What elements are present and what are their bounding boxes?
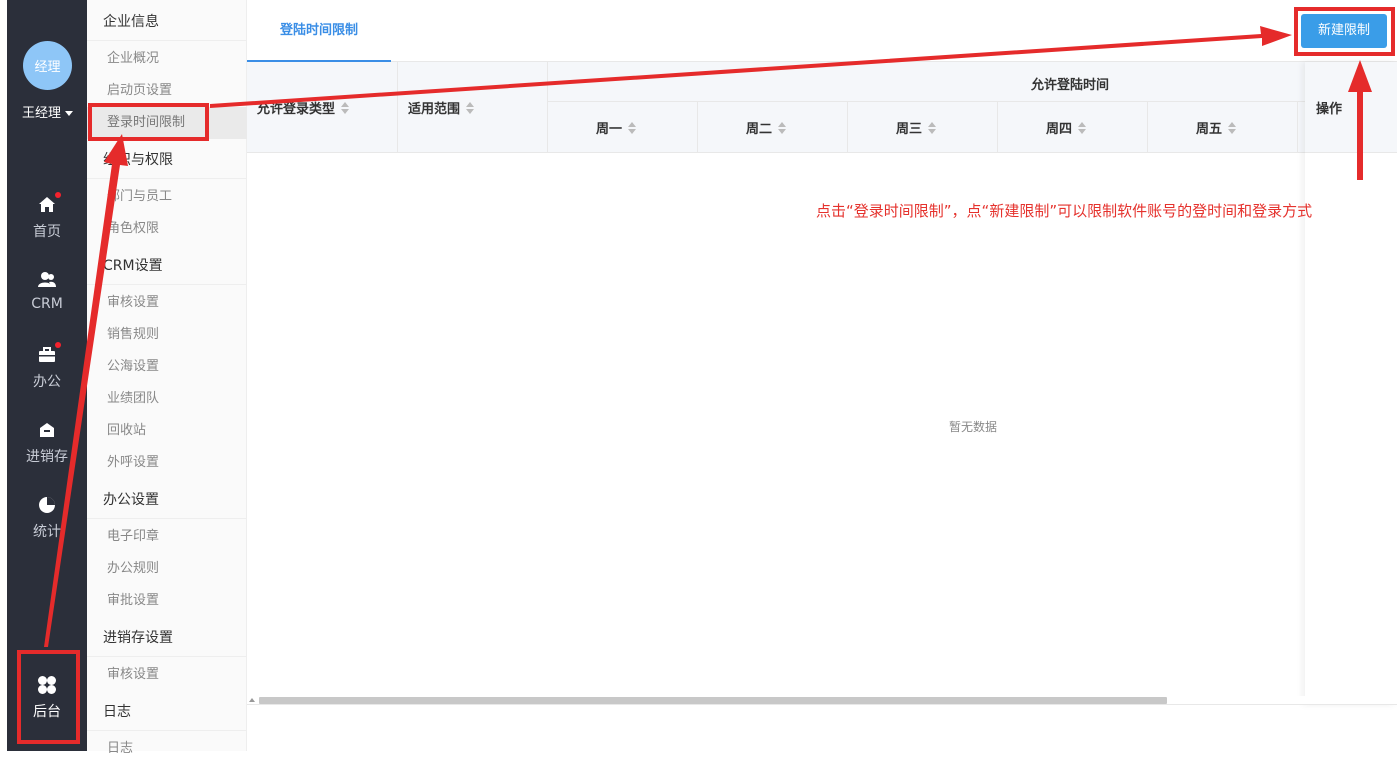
column-header-allowed-time: 允许登陆时间 [1031,74,1109,93]
highlight-box-new-button [1294,7,1395,56]
submenu-item-inventory-review[interactable]: 审核设置 [87,659,247,691]
user-menu[interactable]: 王经理 [0,102,95,121]
sort-icon[interactable] [628,121,637,134]
submenu-item-office-rules[interactable]: 办公规则 [87,553,247,585]
column-header-fri[interactable]: 周五 [1196,118,1237,137]
submenu-group-title: 日志 [87,693,247,731]
submenu-item-review-settings[interactable]: 审核设置 [87,287,247,319]
sort-icon[interactable] [778,121,787,134]
column-header-ops: 操作 [1316,102,1343,117]
highlight-box-login-limit [88,103,209,141]
nav-item-office[interactable]: 办公 [7,342,87,391]
sort-icon[interactable] [466,101,475,114]
nav-label: 统计 [33,524,61,540]
submenu-item-public-pool[interactable]: 公海设置 [87,351,247,383]
main-nav-rail: 经理 王经理 首页 CRM 办公 进销存 统计 后台 [0,0,87,751]
notification-dot [55,192,61,198]
nav-item-home[interactable]: 首页 [7,192,87,241]
column-label: 允许登陆时间 [1031,78,1110,93]
avatar[interactable]: 经理 [23,41,72,90]
sort-icon[interactable] [1078,121,1087,134]
column-label: 周五 [1196,122,1223,137]
tab-login-time-limit[interactable]: 登陆时间限制 [247,0,391,62]
scroll-left-arrow-icon[interactable] [249,698,255,702]
highlight-box-admin [17,650,80,744]
empty-state-text: 暂无数据 [949,420,998,434]
submenu-item-performance-team[interactable]: 业绩团队 [87,383,247,415]
submenu-item-approval-settings[interactable]: 审批设置 [87,585,247,617]
nav-label: 进销存 [26,449,68,465]
submenu-item-sales-rules[interactable]: 销售规则 [87,319,247,351]
submenu-item-outbound-call[interactable]: 外呼设置 [87,447,247,479]
column-label: 周三 [896,122,923,137]
submenu-group-title: 企业信息 [87,3,247,41]
nav-label: CRM [31,296,63,312]
column-header-scope[interactable]: 适用范围 [408,98,475,117]
store-icon [37,420,57,440]
table-header: 允许登录类型 适用范围 允许登陆时间 周一 周二 周三 周四 周五 [247,62,1397,153]
pie-chart-icon [37,495,57,515]
submenu-group-title: CRM设置 [87,247,247,285]
column-label: 周二 [746,122,773,137]
submenu-item-departments[interactable]: 部门与员工 [87,181,247,213]
nav-item-crm[interactable]: CRM [7,270,87,312]
nav-label: 首页 [33,224,61,240]
submenu-item-roles[interactable]: 角色权限 [87,213,247,245]
tab-bar: 登陆时间限制 [247,0,1397,62]
home-icon [37,192,61,215]
submenu-group-title: 进销存设置 [87,619,247,657]
sort-icon[interactable] [341,101,350,114]
submenu-group-title: 组织与权限 [87,141,247,179]
sort-icon[interactable] [1228,121,1237,134]
column-label: 周四 [1046,122,1073,137]
column-header-login-type[interactable]: 允许登录类型 [257,98,350,117]
username-label: 王经理 [21,106,61,121]
ops-header: 操作 [1305,62,1397,153]
submenu-item-company-overview[interactable]: 企业概况 [87,43,247,75]
scrollbar-thumb[interactable] [259,697,1167,704]
briefcase-icon [37,342,61,365]
column-label: 允许登录类型 [257,102,336,117]
header-cell [548,62,1397,102]
nav-item-inventory[interactable]: 进销存 [7,420,87,466]
column-label: 周一 [596,122,623,137]
column-header-tue[interactable]: 周二 [746,118,787,137]
ops-column: 操作 [1305,62,1397,705]
column-label: 适用范围 [408,102,461,117]
submenu-group-title: 办公设置 [87,481,247,519]
column-header-wed[interactable]: 周三 [896,118,937,137]
column-header-thu[interactable]: 周四 [1046,118,1087,137]
submenu-item-e-seal[interactable]: 电子印章 [87,521,247,553]
nav-item-stats[interactable]: 统计 [7,495,87,541]
annotation-text: 点击“登录时间限制”，点“新建限制”可以限制软件账号的登时间和登录方式 [816,202,1313,220]
notification-dot [55,342,61,348]
caret-down-icon [65,111,73,116]
users-icon [37,270,57,290]
column-header-mon[interactable]: 周一 [596,118,637,137]
sort-icon[interactable] [928,121,937,134]
submenu-item-recycle-bin[interactable]: 回收站 [87,415,247,447]
nav-label: 办公 [33,374,61,390]
submenu-item-log[interactable]: 日志 [87,733,247,765]
